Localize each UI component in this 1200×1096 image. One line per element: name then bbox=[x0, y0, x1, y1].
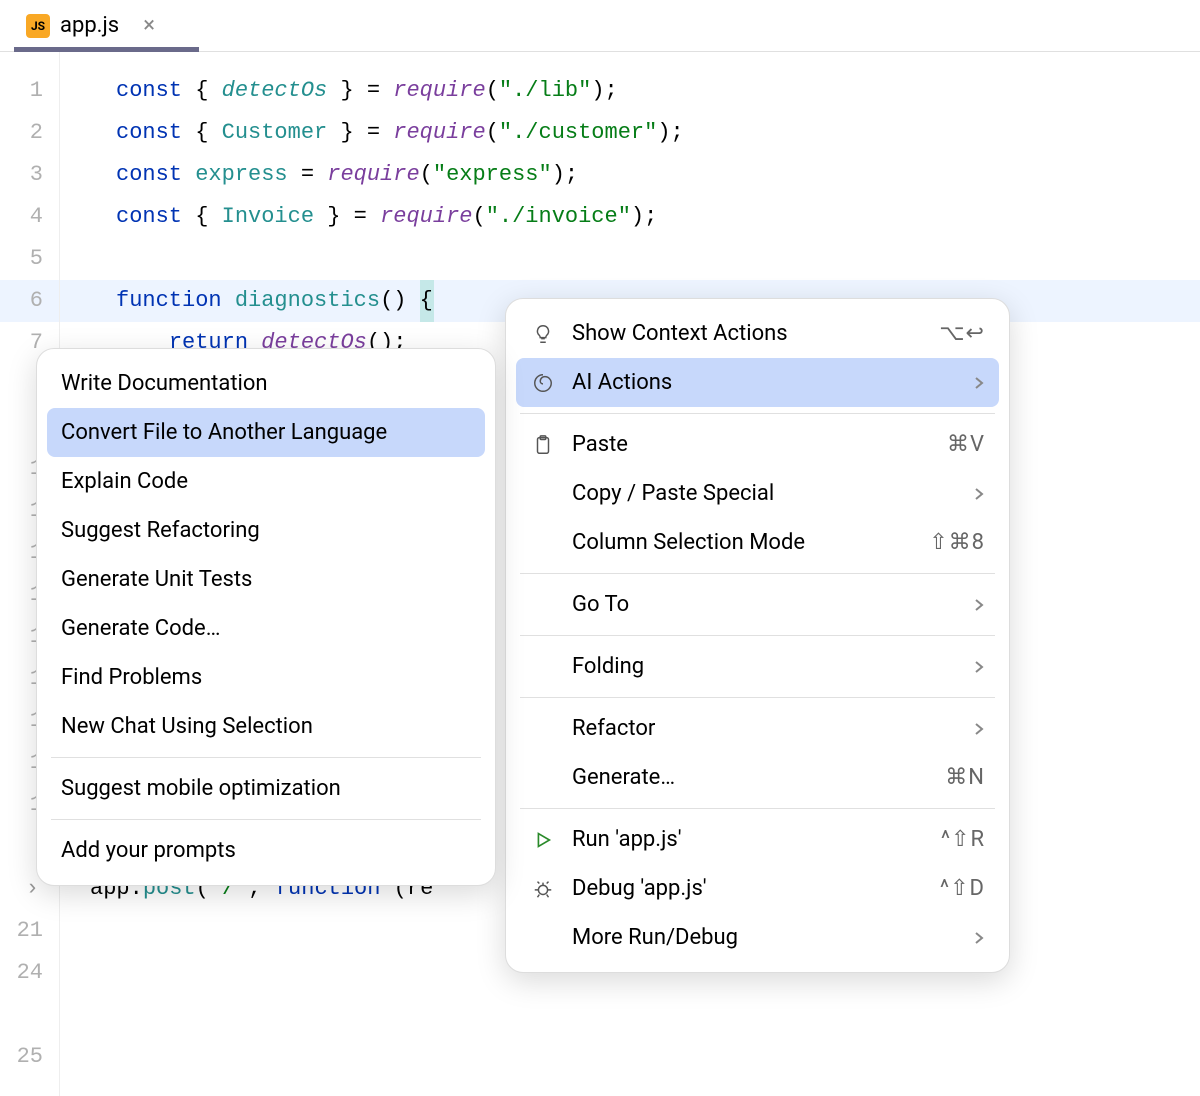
ai-submenu-item[interactable]: Write Documentation bbox=[47, 359, 485, 408]
menu-item-label: Add your prompts bbox=[61, 838, 471, 863]
menu-shortcut: ⌘V bbox=[947, 432, 985, 457]
menu-item-label: Find Problems bbox=[61, 665, 471, 690]
menu-shortcut: ⌥↩ bbox=[939, 321, 985, 346]
menu-item-label: Show Context Actions bbox=[572, 321, 895, 346]
code-line bbox=[116, 994, 1200, 1036]
editor-tab[interactable]: JS app.js × bbox=[14, 0, 171, 51]
context-menu-item[interactable]: Paste ⌘V bbox=[516, 420, 999, 469]
ai-actions-submenu: Write Documentation Convert File to Anoth… bbox=[36, 348, 496, 886]
menu-item-label: Generate Unit Tests bbox=[61, 567, 471, 592]
context-menu-item[interactable]: Copy / Paste Special bbox=[516, 469, 999, 518]
menu-item-label: Suggest mobile optimization bbox=[61, 776, 471, 801]
menu-separator bbox=[520, 697, 995, 698]
bug-icon bbox=[530, 878, 556, 900]
menu-item-label: Suggest Refactoring bbox=[61, 518, 471, 543]
menu-item-label: Go To bbox=[572, 592, 937, 617]
line-number: 4 bbox=[0, 196, 59, 238]
context-menu-item[interactable]: Run 'app.js' ^⇧R bbox=[516, 815, 999, 864]
code-line: const { detectOs } = require("./lib"); bbox=[116, 70, 1200, 112]
menu-item-label: Write Documentation bbox=[61, 371, 471, 396]
menu-item-label: Run 'app.js' bbox=[572, 827, 897, 852]
menu-item-label: Folding bbox=[572, 654, 937, 679]
context-menu: Show Context Actions ⌥↩AI Actions Paste ⌘V C… bbox=[505, 298, 1010, 973]
js-file-icon: JS bbox=[26, 14, 50, 38]
menu-shortcut: ^⇧D bbox=[940, 876, 985, 901]
ai-submenu-item[interactable]: New Chat Using Selection bbox=[47, 702, 485, 751]
ai-submenu-item[interactable]: Suggest mobile optimization bbox=[47, 764, 485, 813]
chevron-right-icon bbox=[973, 721, 985, 737]
close-icon[interactable]: × bbox=[139, 16, 159, 36]
tab-label: app.js bbox=[60, 13, 119, 38]
play-icon bbox=[530, 829, 556, 851]
cursor: { bbox=[420, 280, 434, 322]
menu-item-label: Column Selection Mode bbox=[572, 530, 885, 555]
menu-item-label: Convert File to Another Language bbox=[61, 420, 471, 445]
ai-submenu-item[interactable]: Find Problems bbox=[47, 653, 485, 702]
context-menu-item[interactable]: Show Context Actions ⌥↩ bbox=[516, 309, 999, 358]
line-number: 6 bbox=[0, 280, 59, 322]
context-menu-item[interactable]: More Run/Debug bbox=[516, 913, 999, 962]
menu-item-label: Paste bbox=[572, 432, 903, 457]
code-line bbox=[116, 238, 1200, 280]
ai-submenu-item[interactable]: Generate Unit Tests bbox=[47, 555, 485, 604]
bulb-icon bbox=[530, 323, 556, 345]
line-number: 3 bbox=[0, 154, 59, 196]
context-menu-item[interactable]: Refactor bbox=[516, 704, 999, 753]
code-line: const { Invoice } = require("./invoice")… bbox=[116, 196, 1200, 238]
menu-item-label: Explain Code bbox=[61, 469, 471, 494]
menu-separator bbox=[520, 573, 995, 574]
ai-submenu-item[interactable]: Explain Code bbox=[47, 457, 485, 506]
ai-submenu-item[interactable]: Convert File to Another Language bbox=[47, 408, 485, 457]
menu-separator bbox=[51, 757, 481, 758]
line-number bbox=[0, 994, 59, 1036]
line-number: 1 bbox=[0, 70, 59, 112]
menu-separator bbox=[520, 635, 995, 636]
line-number: 2 bbox=[0, 112, 59, 154]
ai-submenu-item[interactable]: Add your prompts bbox=[47, 826, 485, 875]
tab-bar: JS app.js × bbox=[0, 0, 1200, 52]
line-number: 5 bbox=[0, 238, 59, 280]
ai-submenu-item[interactable]: Generate Code… bbox=[47, 604, 485, 653]
clipboard-icon bbox=[530, 434, 556, 456]
menu-separator bbox=[520, 808, 995, 809]
context-menu-item[interactable]: Column Selection Mode ⇧⌘8 bbox=[516, 518, 999, 567]
context-menu-item[interactable]: AI Actions bbox=[516, 358, 999, 407]
menu-item-label: AI Actions bbox=[572, 370, 937, 395]
context-menu-item[interactable]: Generate… ⌘N bbox=[516, 753, 999, 802]
chevron-right-icon bbox=[973, 375, 985, 391]
menu-shortcut: ⇧⌘8 bbox=[929, 530, 985, 555]
context-menu-item[interactable]: Go To bbox=[516, 580, 999, 629]
menu-item-label: Copy / Paste Special bbox=[572, 481, 937, 506]
menu-shortcut: ^⇧R bbox=[941, 827, 985, 852]
code-line: const { Customer } = require("./customer… bbox=[116, 112, 1200, 154]
menu-item-label: Generate… bbox=[572, 765, 901, 790]
chevron-right-icon bbox=[973, 930, 985, 946]
menu-item-label: More Run/Debug bbox=[572, 925, 937, 950]
menu-item-label: Generate Code… bbox=[61, 616, 471, 641]
menu-item-label: Refactor bbox=[572, 716, 937, 741]
menu-item-label: New Chat Using Selection bbox=[61, 714, 471, 739]
line-number: 25 bbox=[0, 1036, 59, 1078]
ai-submenu-item[interactable]: Suggest Refactoring bbox=[47, 506, 485, 555]
chevron-right-icon bbox=[973, 486, 985, 502]
context-menu-item[interactable]: Folding bbox=[516, 642, 999, 691]
context-menu-item[interactable]: Debug 'app.js' ^⇧D bbox=[516, 864, 999, 913]
spiral-icon bbox=[530, 372, 556, 394]
chevron-right-icon bbox=[973, 659, 985, 675]
menu-separator bbox=[51, 819, 481, 820]
menu-shortcut: ⌘N bbox=[945, 765, 985, 790]
menu-item-label: Debug 'app.js' bbox=[572, 876, 896, 901]
chevron-right-icon bbox=[973, 597, 985, 613]
line-number: 24 bbox=[0, 952, 59, 994]
code-line: const express = require("express"); bbox=[116, 154, 1200, 196]
menu-separator bbox=[520, 413, 995, 414]
